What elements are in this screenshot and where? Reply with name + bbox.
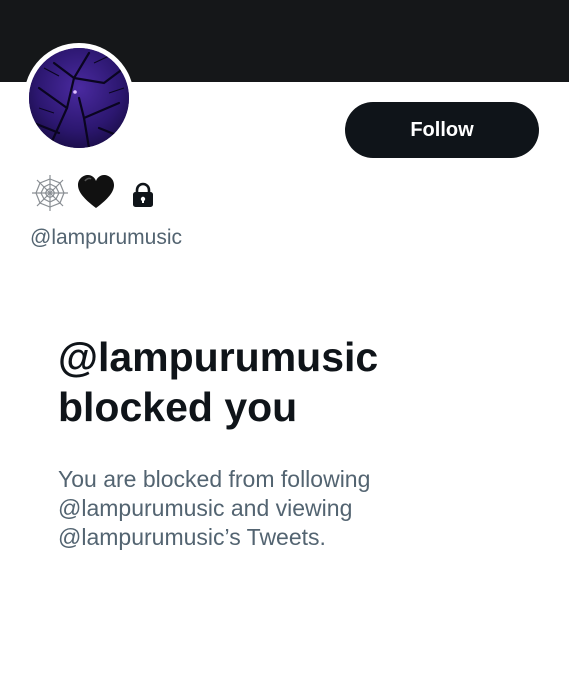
profile-handle: @lampurumusic: [30, 226, 183, 249]
blocked-heading-line-2: blocked you: [58, 384, 298, 430]
display-name: [30, 173, 156, 213]
blocked-description-line-3: @lampurumusic’s Tweets.: [58, 524, 326, 550]
avatar-image: [29, 48, 129, 148]
blocked-description-line-1: You are blocked from following: [58, 466, 371, 492]
spiderweb-icon: [30, 173, 70, 213]
profile-avatar[interactable]: [24, 43, 134, 153]
blocked-heading-line-1: @lampurumusic: [58, 334, 379, 380]
lock-icon: [130, 182, 156, 208]
follow-button[interactable]: Follow: [345, 102, 539, 158]
blocked-heading: @lampurumusic blocked you: [58, 332, 538, 432]
blocked-description-line-2: @lampurumusic and viewing: [58, 495, 353, 521]
blocked-description: You are blocked from following @lampurum…: [58, 465, 498, 552]
black-heart-icon: [76, 173, 116, 213]
